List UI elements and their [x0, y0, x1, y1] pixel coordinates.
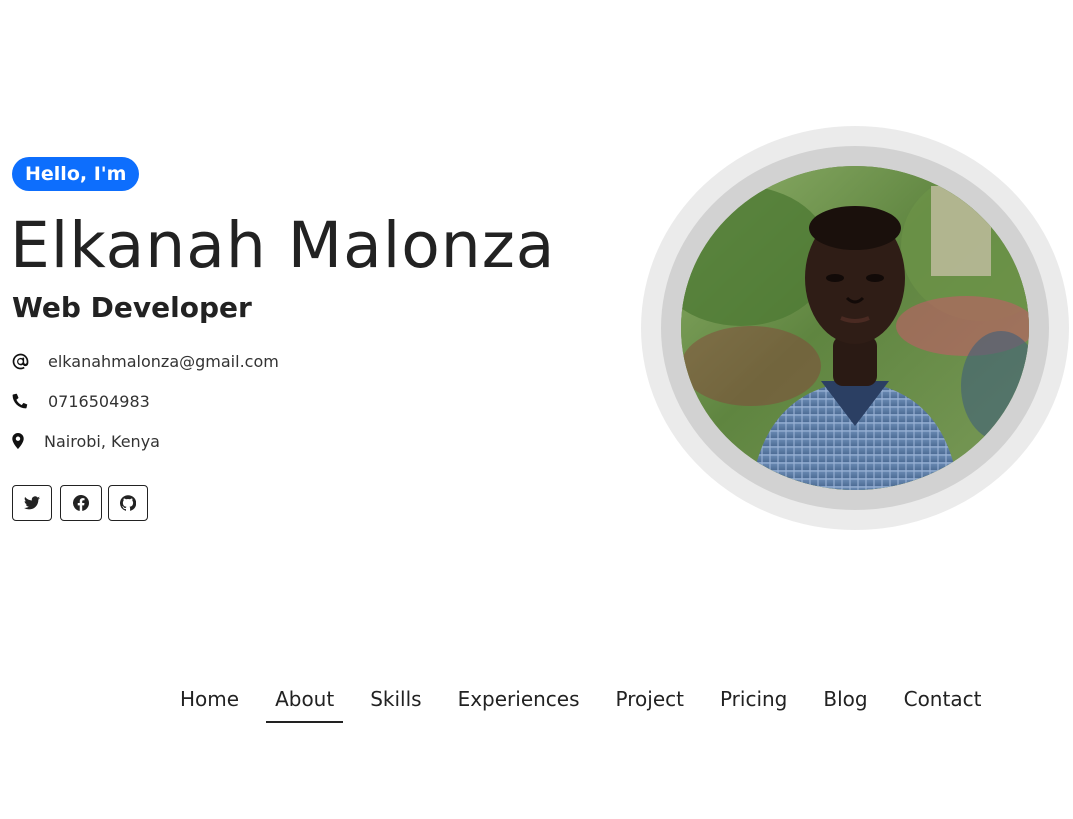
nav-item-skills[interactable]: Skills: [352, 676, 439, 722]
github-icon: [120, 495, 136, 511]
greeting-badge: Hello, I'm: [12, 157, 140, 191]
contact-email: elkanahmalonza@gmail.com: [12, 349, 279, 373]
twitter-button[interactable]: [12, 485, 52, 521]
nav-item-blog[interactable]: Blog: [805, 676, 885, 722]
github-button[interactable]: [108, 485, 148, 521]
nav-item-pricing[interactable]: Pricing: [702, 676, 805, 722]
nav-item-home[interactable]: Home: [162, 676, 257, 722]
phone-icon: [12, 389, 48, 413]
page: Hello, I'm Elkanah Malonza Web Developer…: [0, 0, 1073, 819]
main-nav: Home About Skills Experiences Project Pr…: [162, 676, 999, 724]
contact-phone-text[interactable]: 0716504983: [48, 392, 150, 411]
contact-phone: 0716504983: [12, 389, 150, 413]
profile-photo: [681, 166, 1029, 490]
map-pin-icon: [12, 429, 44, 453]
nav-item-experiences[interactable]: Experiences: [440, 676, 598, 722]
contact-location: Nairobi, Kenya: [12, 429, 160, 453]
contact-location-text: Nairobi, Kenya: [44, 431, 160, 451]
hero-name: Elkanah Malonza: [10, 209, 556, 282]
hero-role: Web Developer: [12, 291, 252, 324]
nav-item-contact[interactable]: Contact: [886, 676, 1000, 722]
at-icon: [12, 349, 48, 373]
contact-email-text[interactable]: elkanahmalonza@gmail.com: [48, 352, 279, 371]
nav-item-about[interactable]: About: [257, 676, 352, 723]
twitter-icon: [24, 496, 40, 510]
social-links: [12, 485, 148, 521]
facebook-button[interactable]: [60, 485, 102, 521]
facebook-icon: [73, 495, 89, 511]
nav-item-project[interactable]: Project: [598, 676, 702, 722]
